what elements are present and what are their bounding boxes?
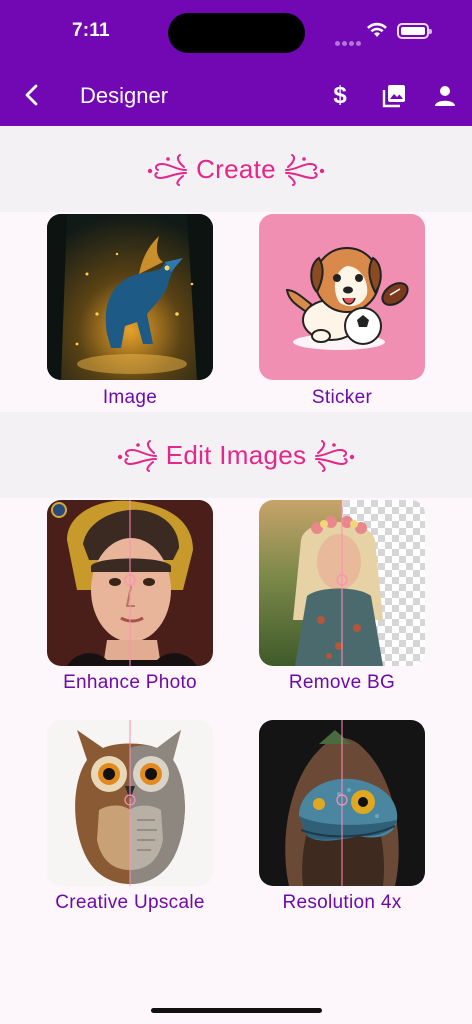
cellular-signal-icon: [335, 33, 363, 51]
card-label: Creative Upscale: [55, 892, 205, 913]
home-indicator[interactable]: [151, 1008, 322, 1013]
create-sticker-card[interactable]: Sticker: [259, 214, 425, 408]
back-button[interactable]: [18, 81, 46, 109]
flourish-right-icon: [284, 154, 325, 186]
flower-crown-woman-thumbnail: [259, 500, 425, 666]
card-label: Enhance Photo: [63, 672, 197, 693]
account-icon[interactable]: [431, 82, 459, 110]
remove-bg-card[interactable]: Remove BG: [259, 500, 425, 693]
portrait-thumbnail: [47, 500, 213, 666]
creative-upscale-card[interactable]: Creative Upscale: [47, 720, 213, 913]
wifi-icon: [367, 22, 387, 37]
enhance-photo-card[interactable]: Enhance Photo: [47, 500, 213, 693]
battery-icon: [397, 23, 432, 39]
section-header-edit-images: Edit Images: [0, 412, 472, 498]
section-title-edit-images: Edit Images: [165, 439, 307, 470]
status-time: 7:11: [72, 20, 110, 41]
flourish-left-icon: [147, 154, 188, 186]
card-label: Resolution 4x: [282, 892, 402, 913]
gallery-icon[interactable]: [380, 82, 408, 110]
section-title-create: Create: [196, 153, 276, 184]
section-header-create: Create: [0, 126, 472, 212]
app-bar: Designer $: [0, 64, 472, 126]
flourish-right-icon: [315, 440, 355, 472]
page-title: Designer: [80, 83, 169, 108]
card-label: Image: [102, 387, 158, 408]
hooded-lizard-thumbnail: [259, 720, 425, 886]
owl-thumbnail: [47, 720, 213, 886]
create-image-card[interactable]: Image: [47, 214, 213, 408]
fantasy-creature-thumbnail: [47, 214, 213, 380]
resolution-4x-card[interactable]: Resolution 4x: [259, 720, 425, 913]
flourish-left-icon: [117, 440, 157, 472]
dynamic-island: [168, 13, 305, 53]
dollar-icon[interactable]: $: [326, 82, 354, 110]
status-bar: 7:11: [0, 0, 472, 64]
puppy-sticker-thumbnail: [259, 214, 425, 380]
card-label: Sticker: [311, 387, 373, 408]
card-label: Remove BG: [288, 672, 396, 693]
